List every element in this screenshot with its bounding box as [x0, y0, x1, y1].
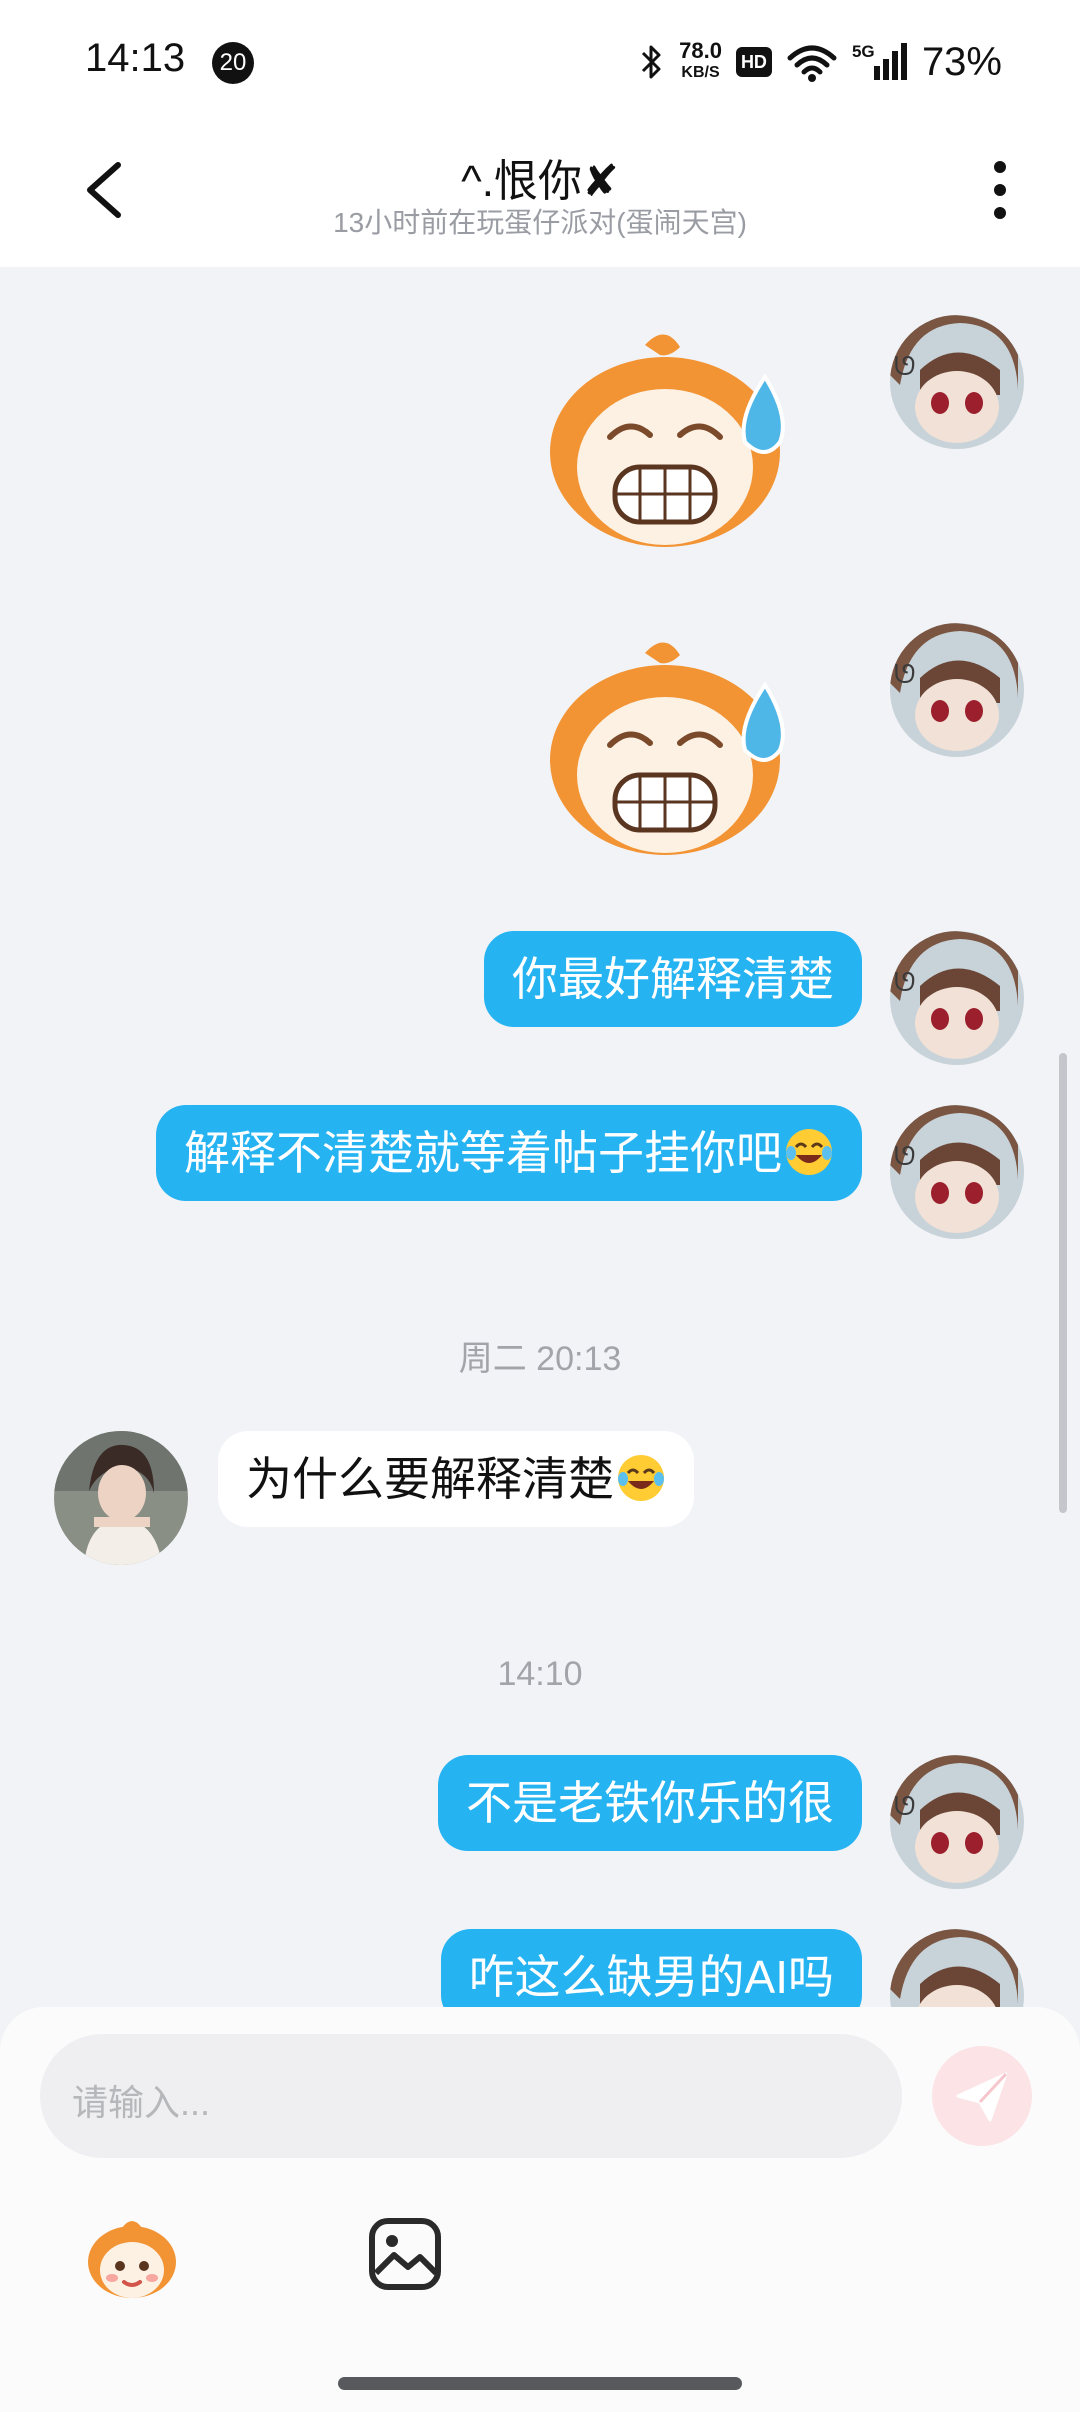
avatar-image: ᘎ	[890, 623, 1024, 757]
message-input[interactable]: 请输入...	[40, 2034, 902, 2158]
avatar-image	[890, 1929, 1024, 2007]
battery-level: 73%	[921, 39, 1002, 84]
svg-text:ᘎ: ᘎ	[894, 968, 916, 998]
svg-text:ᘎ: ᘎ	[894, 1792, 916, 1822]
home-indicator[interactable]	[338, 2377, 742, 2390]
wifi-icon	[787, 45, 837, 82]
timestamp: 14:10	[497, 1655, 583, 1693]
bluetooth-icon	[642, 45, 661, 79]
my-avatar[interactable]: ᘎ	[890, 1105, 1024, 1239]
chat-scrollbar[interactable]	[1059, 1053, 1067, 1513]
message-text: 你最好解释清楚	[512, 953, 834, 1005]
more-options-button[interactable]	[980, 155, 1020, 225]
contact-name: ^.恨你✘	[461, 157, 619, 206]
avatar-image	[54, 1431, 188, 1565]
contact-avatar[interactable]	[54, 1431, 188, 1565]
my-avatar[interactable]: ᘎ	[890, 315, 1024, 449]
image-icon[interactable]	[368, 2217, 442, 2291]
hd-icon: HD	[735, 47, 772, 77]
timestamp: 周二 20:13	[458, 1340, 622, 1378]
my-avatar[interactable]: ᘎ	[890, 1755, 1024, 1889]
eggy-sticker-icon[interactable]	[82, 2212, 182, 2302]
input-placeholder: 请输入...	[72, 2082, 211, 2123]
network-speed-value: 78.0	[679, 38, 722, 63]
my-message-bubble[interactable]: 不是老铁你乐的很	[438, 1755, 862, 1851]
message-text: 咋这么缺男的AI吗	[468, 1951, 834, 2003]
avatar-image: ᘎ	[890, 315, 1024, 449]
message-text: 为什么要解释清楚	[246, 1453, 614, 1505]
avatar-image: ᘎ	[890, 1755, 1024, 1889]
send-icon	[956, 2072, 1008, 2122]
sweating-eggy-sticker[interactable]	[540, 327, 810, 557]
network-speed-unit: KB/S	[681, 64, 720, 81]
message-composer: 请输入...	[0, 2007, 1080, 2412]
status-icons: 78.0 KB/S HD 5G 73%	[639, 34, 1002, 90]
notification-badge: 20	[212, 42, 254, 84]
svg-text:ᘎ: ᘎ	[894, 660, 916, 690]
my-avatar[interactable]: ᘎ	[890, 623, 1024, 757]
svg-text:ᘎ: ᘎ	[894, 352, 916, 382]
my-avatar[interactable]	[890, 1929, 1024, 2007]
status-bar: 14:13 20 78.0 KB/S HD 5G 73%	[0, 0, 1080, 125]
status-time: 14:13	[85, 36, 186, 80]
network-speed: 78.0 KB/S	[679, 40, 722, 84]
chat-header: ^.恨你✘ 13小时前在玩蛋仔派对(蛋闹天宫)	[0, 125, 1080, 267]
my-message-bubble[interactable]: 你最好解释清楚	[484, 931, 862, 1027]
my-avatar[interactable]: ᘎ	[890, 931, 1024, 1065]
cellular-signal: 5G	[852, 42, 908, 82]
send-button[interactable]	[932, 2046, 1032, 2146]
avatar-image: ᘎ	[890, 1105, 1024, 1239]
my-message-bubble[interactable]: 解释不清楚就等着帖子挂你吧	[156, 1105, 862, 1201]
signal-bars-icon	[873, 43, 907, 80]
laughing-tears-emoji	[786, 1129, 832, 1175]
svg-text:ᘎ: ᘎ	[894, 1142, 916, 1172]
message-text: 不是老铁你乐的很	[466, 1777, 834, 1829]
my-message-bubble[interactable]: 咋这么缺男的AI吗	[440, 1929, 862, 2007]
avatar-image: ᘎ	[890, 931, 1024, 1065]
contact-message-bubble[interactable]: 为什么要解释清楚	[218, 1431, 694, 1527]
message-text: 解释不清楚就等着帖子挂你吧	[184, 1127, 782, 1179]
laughing-tears-emoji	[618, 1455, 664, 1501]
contact-status: 13小时前在玩蛋仔派对(蛋闹天宫)	[333, 207, 747, 238]
sweating-eggy-sticker[interactable]	[540, 635, 810, 865]
chat-messages[interactable]: ᘎ ᘎ 你最好解释清楚 ᘎ 解释不清楚就等着帖子挂你吧 ᘎ 周二 20:13 为…	[0, 267, 1080, 2007]
